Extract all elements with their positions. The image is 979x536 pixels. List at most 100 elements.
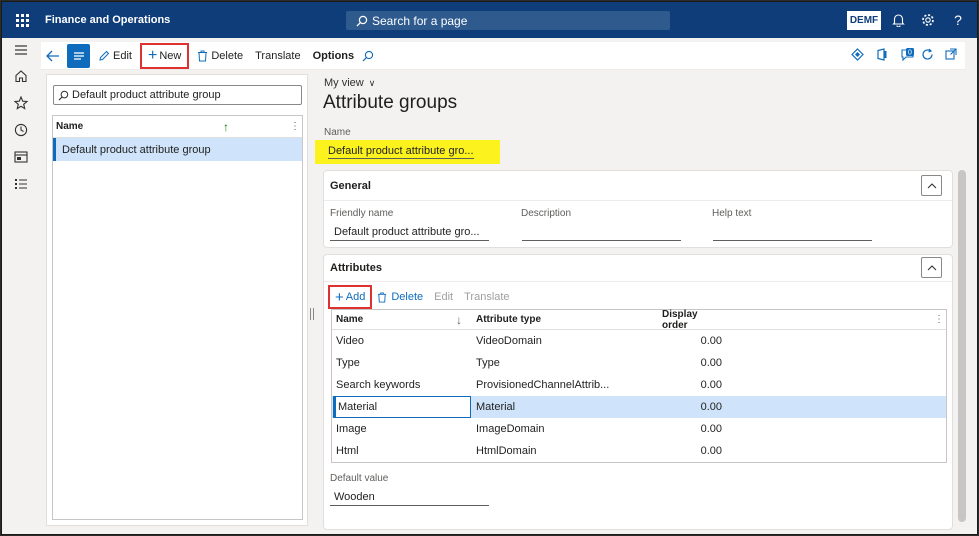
help-text-label: Help text — [712, 208, 752, 219]
column-name-header[interactable]: Name — [336, 314, 363, 325]
cell-display-order: 0.00 — [700, 423, 722, 435]
attributes-delete-button[interactable]: Delete — [377, 291, 423, 303]
cell-name: Image — [336, 423, 367, 435]
clock-icon[interactable] — [13, 122, 29, 138]
office-icon[interactable] — [876, 48, 888, 64]
new-button[interactable]: + New — [139, 42, 190, 69]
diamond-icon[interactable] — [851, 48, 864, 64]
name-value: Default product attribute gro... — [328, 145, 474, 159]
cell-display-order: 0.00 — [700, 401, 722, 413]
trash-icon — [378, 292, 387, 302]
delete-button[interactable]: Delete — [193, 42, 247, 70]
general-collapse-button[interactable] — [921, 175, 942, 196]
list-grid-header: Name ↑ ⋮ — [53, 116, 302, 138]
list-icon[interactable] — [13, 176, 29, 192]
cell-name: Search keywords — [336, 379, 421, 391]
attributes-grid-header: Name ↓ Attribute type Display order ⋮ — [332, 309, 946, 331]
table-row[interactable]: Video VideoDomain 0.00 — [332, 330, 946, 352]
attributes-delete-label: Delete — [391, 291, 424, 303]
cell-display-order: 0.00 — [700, 357, 722, 369]
pencil-icon — [99, 50, 110, 61]
add-button[interactable]: + Add — [328, 285, 373, 309]
cell-attribute-type: ImageDomain — [476, 423, 545, 435]
column-name-header[interactable]: Name — [56, 121, 83, 132]
help-text-field[interactable] — [713, 223, 872, 241]
action-search-button[interactable] — [358, 42, 378, 70]
attributes-divider — [324, 281, 952, 282]
general-card: General Friendly name Default product at… — [323, 170, 953, 248]
table-row[interactable]: Image ImageDomain 0.00 — [332, 418, 946, 440]
options-label: Options — [312, 49, 355, 62]
attributes-card: Attributes + Add Delete Edit Translate N… — [323, 254, 953, 530]
general-title[interactable]: General — [330, 180, 371, 192]
column-display-order-header[interactable]: Display order — [662, 309, 722, 331]
table-row[interactable]: Search keywords ProvisionedChannelAttrib… — [332, 374, 946, 396]
sort-ascending-icon[interactable]: ↑ — [223, 120, 229, 134]
company-selector[interactable]: DEMF — [847, 11, 881, 30]
attributes-edit-button[interactable]: Edit — [434, 291, 453, 303]
default-value-label: Default value — [330, 473, 389, 484]
cell-name-editing[interactable]: Material — [333, 396, 471, 418]
app-title: Finance and Operations — [45, 14, 171, 26]
edit-label: Edit — [113, 49, 132, 62]
hamburger-icon[interactable] — [13, 42, 29, 58]
translate-label: Translate — [255, 49, 301, 62]
lines-icon — [73, 51, 84, 60]
table-row-selected[interactable]: Material Material 0.00 — [332, 396, 946, 418]
attributes-collapse-button[interactable] — [921, 257, 942, 278]
home-icon[interactable] — [13, 68, 29, 84]
sort-descending-icon[interactable]: ↓ — [456, 313, 462, 327]
table-row[interactable]: Type Type 0.00 — [332, 352, 946, 374]
filter-input[interactable]: Default product attribute group — [53, 85, 302, 105]
attributes-title[interactable]: Attributes — [330, 262, 382, 274]
plus-icon: + — [147, 46, 158, 64]
column-options-icon[interactable]: ⋮ — [934, 314, 944, 325]
attributes-translate-button[interactable]: Translate — [464, 291, 509, 303]
messages-icon[interactable]: 0 — [901, 48, 915, 64]
translate-button[interactable]: Translate — [251, 42, 304, 70]
cell-display-order: 0.00 — [700, 379, 722, 391]
waffle-icon[interactable] — [2, 2, 42, 38]
cell-name: Material — [338, 401, 378, 413]
description-label: Description — [521, 208, 572, 219]
column-options-icon[interactable]: ⋮ — [290, 121, 300, 132]
default-value-field[interactable]: Wooden — [330, 488, 489, 506]
list-item[interactable]: Default product attribute group — [53, 138, 302, 161]
view-selector[interactable]: My view ∨ — [324, 77, 375, 89]
chevron-up-icon — [927, 264, 936, 270]
column-attribute-type-header[interactable]: Attribute type — [476, 314, 541, 325]
pane-splitter[interactable] — [310, 308, 314, 320]
search-placeholder: Search for a page — [372, 13, 468, 28]
table-row[interactable]: Html HtmlDomain 0.00 — [332, 440, 946, 462]
edit-button[interactable]: Edit — [94, 42, 136, 70]
trash-icon — [198, 50, 208, 61]
delete-label: Delete — [211, 49, 244, 62]
view-label: My view — [324, 77, 364, 89]
cell-attribute-type: Type — [476, 357, 500, 369]
friendly-name-field[interactable]: Default product attribute gro... — [330, 223, 489, 241]
gear-icon[interactable] — [920, 12, 936, 28]
list-view-button[interactable] — [67, 43, 90, 68]
star-icon[interactable] — [13, 95, 29, 111]
options-tab[interactable]: Options — [309, 42, 359, 70]
app-window: Finance and Operations Search for a page… — [1, 1, 978, 535]
search-box[interactable]: Search for a page — [346, 11, 670, 30]
back-button[interactable] — [41, 42, 65, 70]
chevron-down-icon: ∨ — [368, 78, 376, 88]
workspace-icon[interactable] — [13, 149, 29, 165]
filter-value: Default product attribute group — [72, 89, 221, 101]
plus-icon: + — [335, 288, 344, 306]
new-label: New — [159, 49, 182, 62]
list-grid: Name ↑ ⋮ Default product attribute group — [52, 115, 303, 520]
name-field[interactable]: Default product attribute gro... — [315, 140, 500, 164]
help-icon[interactable]: ? — [950, 12, 966, 28]
chevron-up-icon — [927, 182, 936, 188]
bell-icon[interactable] — [890, 12, 906, 28]
main-scrollbar[interactable] — [958, 170, 966, 522]
attributes-toolbar: + Add Delete Edit Translate — [328, 285, 510, 309]
popout-icon[interactable] — [945, 48, 957, 63]
general-divider — [324, 200, 952, 201]
refresh-icon[interactable] — [921, 48, 934, 64]
cell-attribute-type: ProvisionedChannelAttrib... — [476, 379, 610, 391]
description-field[interactable] — [522, 223, 681, 241]
